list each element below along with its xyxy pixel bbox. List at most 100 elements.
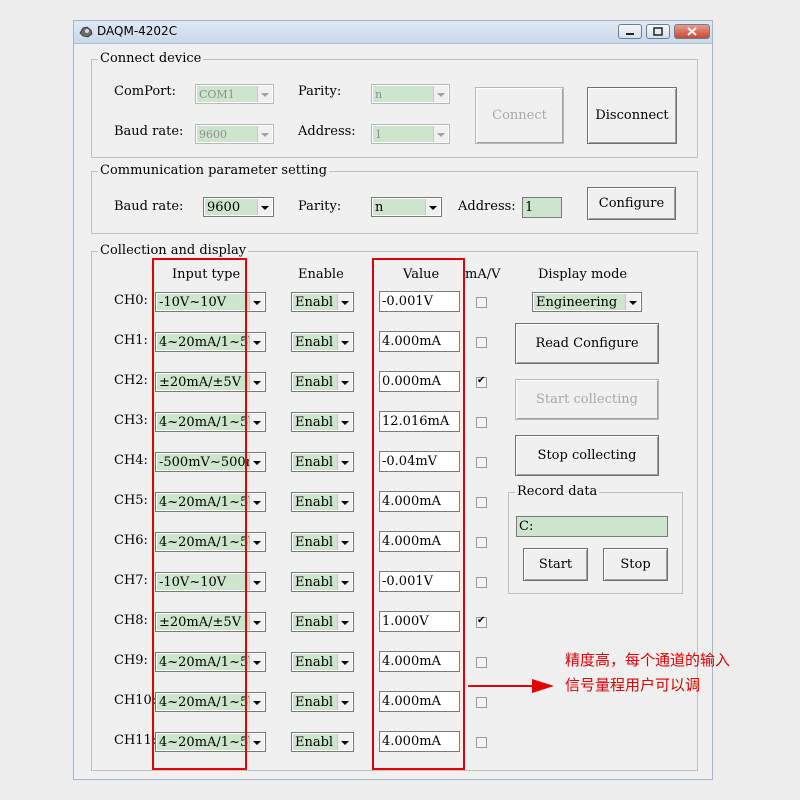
unit-checkbox[interactable] bbox=[476, 697, 487, 708]
record-stop-button[interactable]: Stop bbox=[603, 548, 668, 581]
comm-param-legend: Communication parameter setting bbox=[98, 163, 330, 179]
channel-label: CH8: bbox=[114, 613, 148, 628]
configure-button[interactable]: Configure bbox=[587, 187, 676, 220]
read-configure-button[interactable]: Read Configure bbox=[515, 323, 659, 364]
enable-select[interactable]: Enabl bbox=[291, 292, 354, 312]
channel-label: CH7: bbox=[114, 573, 148, 588]
disconnect-button[interactable]: Disconnect bbox=[587, 87, 677, 144]
enable-select[interactable]: Enabl bbox=[291, 692, 354, 712]
unit-checkbox[interactable] bbox=[476, 297, 487, 308]
annotation-text: 精度高，每个通道的输入信号量程用户可以调 bbox=[565, 651, 731, 694]
unit-checkbox[interactable] bbox=[476, 497, 487, 508]
unit-checkbox[interactable] bbox=[476, 577, 487, 588]
channel-label: CH11: bbox=[114, 733, 157, 748]
connect-button[interactable]: Connect bbox=[475, 87, 564, 144]
chevron-down-icon bbox=[425, 199, 440, 215]
comport-select[interactable]: COM1 bbox=[195, 84, 274, 104]
parity-select[interactable]: n bbox=[371, 84, 450, 104]
chevron-down-icon bbox=[249, 454, 264, 470]
parity-label: Parity: bbox=[298, 84, 342, 99]
record-data-group: Record data C: Start Stop bbox=[508, 484, 683, 594]
chevron-down-icon bbox=[249, 734, 264, 750]
channel-label: CH10: bbox=[114, 693, 157, 708]
chevron-down-icon bbox=[257, 86, 272, 102]
chevron-down-icon bbox=[337, 534, 352, 550]
title-bar[interactable]: DAQM-4202C bbox=[74, 21, 712, 44]
display-mode-header: Display mode bbox=[538, 267, 628, 282]
comm-parity-label: Parity: bbox=[298, 199, 342, 214]
comm-address-field[interactable]: 1 bbox=[522, 197, 562, 218]
comm-parity-select[interactable]: n bbox=[371, 197, 442, 217]
unit-checkbox[interactable] bbox=[476, 337, 487, 348]
chevron-down-icon bbox=[433, 126, 448, 142]
enable-select[interactable]: Enabl bbox=[291, 452, 354, 472]
app-icon bbox=[78, 24, 94, 40]
start-collecting-button[interactable]: Start collecting bbox=[515, 379, 659, 420]
unit-checkbox[interactable] bbox=[476, 457, 487, 468]
chevron-down-icon bbox=[337, 454, 352, 470]
input-type-highlight-box bbox=[152, 258, 247, 770]
comm-baud-label: Baud rate: bbox=[114, 199, 184, 214]
close-button[interactable] bbox=[674, 24, 710, 39]
chevron-down-icon bbox=[337, 494, 352, 510]
baud-rate-label: Baud rate: bbox=[114, 124, 184, 139]
unit-checkbox[interactable] bbox=[476, 657, 487, 668]
chevron-down-icon bbox=[337, 574, 352, 590]
restore-icon bbox=[653, 27, 663, 36]
unit-checkbox[interactable] bbox=[476, 375, 487, 388]
unit-checkbox[interactable] bbox=[476, 417, 487, 428]
enable-select[interactable]: Enabl bbox=[291, 572, 354, 592]
comport-label: ComPort: bbox=[114, 84, 176, 99]
connect-device-legend: Connect device bbox=[98, 51, 204, 67]
unit-checkbox[interactable] bbox=[476, 615, 487, 628]
chevron-down-icon bbox=[433, 86, 448, 102]
chevron-down-icon bbox=[337, 614, 352, 630]
record-start-button[interactable]: Start bbox=[523, 548, 588, 581]
enable-select[interactable]: Enabl bbox=[291, 412, 354, 432]
enable-select[interactable]: Enabl bbox=[291, 652, 354, 672]
channel-label: CH4: bbox=[114, 453, 148, 468]
chevron-down-icon bbox=[337, 414, 352, 430]
chevron-down-icon bbox=[337, 694, 352, 710]
channel-label: CH1: bbox=[114, 333, 148, 348]
channel-label: CH5: bbox=[114, 493, 148, 508]
enable-select[interactable]: Enabl bbox=[291, 372, 354, 392]
minimize-button[interactable] bbox=[618, 24, 642, 39]
channel-label: CH2: bbox=[114, 373, 148, 388]
stop-collecting-button[interactable]: Stop collecting bbox=[515, 435, 659, 476]
chevron-down-icon bbox=[249, 654, 264, 670]
enable-select[interactable]: Enabl bbox=[291, 532, 354, 552]
channel-label: CH6: bbox=[114, 533, 148, 548]
window-title: DAQM-4202C bbox=[97, 24, 178, 38]
enable-select[interactable]: Enabl bbox=[291, 492, 354, 512]
enable-header: Enable bbox=[298, 267, 344, 282]
chevron-down-icon bbox=[257, 199, 272, 215]
address-select[interactable]: 1 bbox=[371, 124, 450, 144]
unit-checkbox[interactable] bbox=[476, 537, 487, 548]
chevron-down-icon bbox=[249, 374, 264, 390]
chevron-down-icon bbox=[337, 734, 352, 750]
enable-select[interactable]: Enabl bbox=[291, 332, 354, 352]
collection-display-legend: Collection and display bbox=[98, 243, 249, 259]
chevron-down-icon bbox=[249, 334, 264, 350]
chevron-down-icon bbox=[625, 294, 640, 310]
enable-select[interactable]: Enabl bbox=[291, 612, 354, 632]
channel-label: CH0: bbox=[114, 293, 148, 308]
maximize-button[interactable] bbox=[646, 24, 670, 39]
close-icon bbox=[687, 27, 697, 36]
baud-rate-select[interactable]: 9600 bbox=[195, 124, 274, 144]
record-data-legend: Record data bbox=[515, 484, 600, 500]
unit-checkbox[interactable] bbox=[476, 737, 487, 748]
comm-baud-select[interactable]: 9600 bbox=[203, 197, 274, 217]
address-label: Address: bbox=[298, 124, 356, 139]
display-mode-select[interactable]: Engineering bbox=[532, 292, 642, 312]
chevron-down-icon bbox=[249, 494, 264, 510]
chevron-down-icon bbox=[249, 614, 264, 630]
annotation-arrow-icon bbox=[468, 679, 554, 693]
enable-select[interactable]: Enabl bbox=[291, 732, 354, 752]
record-path-field[interactable]: C: bbox=[516, 516, 668, 537]
chevron-down-icon bbox=[257, 126, 272, 142]
channel-label: CH9: bbox=[114, 653, 148, 668]
chevron-down-icon bbox=[249, 414, 264, 430]
chevron-down-icon bbox=[337, 294, 352, 310]
